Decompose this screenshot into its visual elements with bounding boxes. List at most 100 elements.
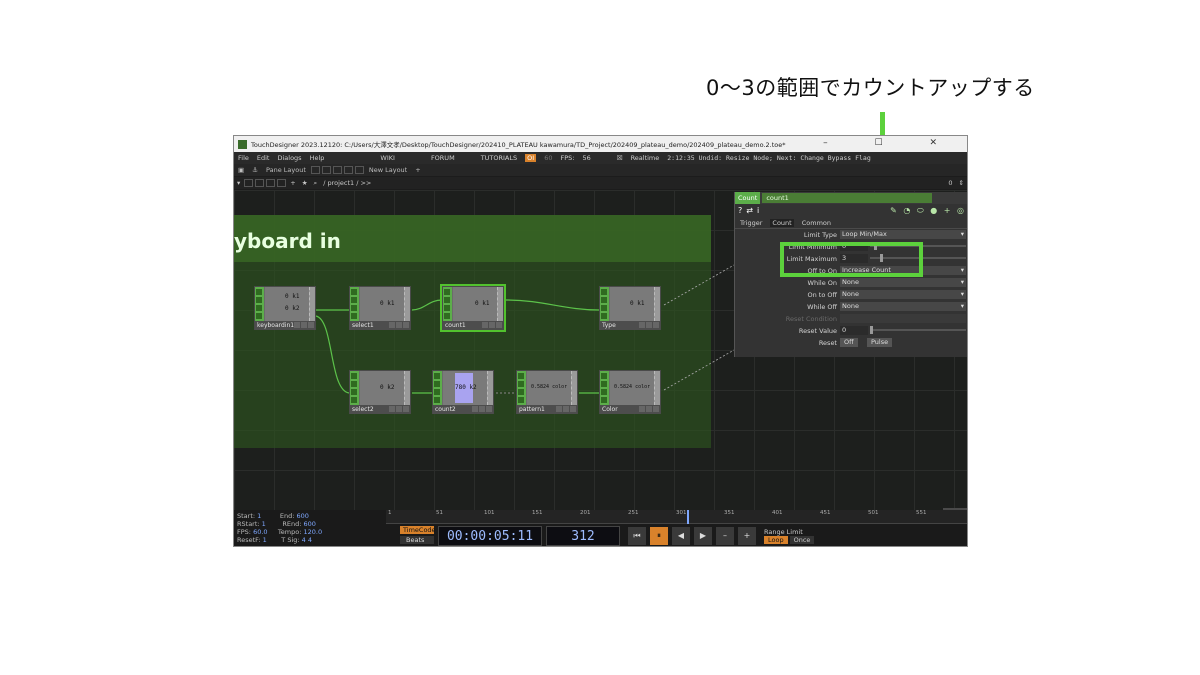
decrease-icon[interactable]: –: [716, 527, 734, 545]
wiki-button[interactable]: WIKI: [380, 154, 395, 162]
loop-button[interactable]: Loop: [764, 536, 788, 544]
frame-display[interactable]: 312: [546, 526, 620, 546]
node-output-connector[interactable]: [497, 287, 503, 321]
timecode-mode-button[interactable]: TimeCode: [400, 526, 436, 534]
tab-trigger[interactable]: Trigger: [738, 219, 764, 227]
menu-edit[interactable]: Edit: [257, 154, 270, 162]
node-output-connector[interactable]: [571, 371, 577, 405]
op-name-field[interactable]: count1: [762, 193, 933, 203]
reset-pulse-button[interactable]: Pulse: [867, 338, 893, 347]
node-name[interactable]: count1: [443, 321, 503, 330]
node-flags[interactable]: [433, 371, 442, 405]
timecode-display[interactable]: 00:00:05:11: [438, 526, 542, 546]
tutorials-button[interactable]: TUTORIALS: [481, 154, 517, 162]
layout-preset-1[interactable]: [310, 166, 320, 174]
help-icon[interactable]: ?: [738, 206, 742, 215]
pause-icon[interactable]: ⏸: [650, 527, 668, 545]
node-flags[interactable]: [517, 371, 526, 405]
timeline-playhead[interactable]: [686, 510, 689, 524]
tempo-value[interactable]: 120.0: [303, 528, 322, 536]
beats-mode-button[interactable]: Beats: [400, 536, 434, 544]
new-layout-button[interactable]: New Layout: [369, 166, 407, 174]
node-type[interactable]: 0 k1 Type: [599, 286, 661, 330]
reset-condition-dropdown[interactable]: [840, 314, 966, 323]
pane-btn-1[interactable]: [244, 179, 254, 187]
play-icon[interactable]: ▶: [694, 527, 712, 545]
node-name[interactable]: Color: [600, 405, 660, 414]
layout-preset-2[interactable]: [321, 166, 331, 174]
node-name[interactable]: Type: [600, 321, 660, 330]
pane-type-dropdown-icon[interactable]: ▾: [237, 179, 240, 187]
star-icon[interactable]: ★: [302, 179, 308, 187]
node-name[interactable]: count2: [433, 405, 493, 414]
node-count1[interactable]: 0 k1 count1: [440, 284, 506, 332]
end-value[interactable]: 600: [297, 512, 309, 520]
forum-button[interactable]: FORUM: [431, 154, 455, 162]
add-layout-icon[interactable]: +: [415, 166, 420, 174]
layout-preset-5[interactable]: [354, 166, 364, 174]
search-icon[interactable]: ⌕: [314, 179, 318, 188]
python-icon[interactable]: ⇄: [746, 206, 753, 215]
network-path[interactable]: / project1 / >>: [323, 179, 371, 187]
layout-preset-4[interactable]: [343, 166, 353, 174]
node-flags[interactable]: [600, 287, 609, 321]
menu-dialogs[interactable]: Dialogs: [277, 154, 301, 162]
rend-value[interactable]: 600: [303, 520, 315, 528]
pane-btn-3[interactable]: [266, 179, 276, 187]
image-icon[interactable]: ▣: [238, 166, 244, 174]
menu-help[interactable]: Help: [310, 154, 325, 162]
node-name[interactable]: select1: [350, 321, 410, 330]
node-name[interactable]: select2: [350, 405, 410, 414]
node-output-connector[interactable]: [404, 371, 410, 405]
menu-file[interactable]: File: [238, 154, 249, 162]
node-output-connector[interactable]: [654, 287, 660, 321]
node-pattern1[interactable]: 0.5824 color pattern1: [516, 370, 578, 414]
node-select1[interactable]: 0 k1 select1: [349, 286, 411, 330]
fps-setting[interactable]: 60.0: [253, 528, 267, 536]
reset-toggle[interactable]: Off: [840, 338, 858, 347]
start-value[interactable]: 1: [257, 512, 261, 520]
pane-btn-2[interactable]: [255, 179, 265, 187]
while-on-dropdown[interactable]: None ▾: [840, 278, 966, 287]
node-flags[interactable]: [443, 287, 452, 321]
tab-common[interactable]: Common: [800, 219, 833, 227]
pane-split-icon[interactable]: ⇕: [959, 179, 964, 187]
pane-btn-4[interactable]: [277, 179, 287, 187]
node-output-connector[interactable]: [404, 287, 410, 321]
tab-count[interactable]: Count: [770, 218, 794, 227]
pin-icon[interactable]: ⚓: [252, 166, 258, 174]
node-output-connector[interactable]: [487, 371, 493, 405]
once-button[interactable]: Once: [789, 536, 815, 544]
info-icon[interactable]: i: [757, 206, 759, 215]
resetf-value[interactable]: 1: [263, 536, 267, 544]
node-flags[interactable]: [600, 371, 609, 405]
window-controls[interactable]: – ☐ ✕: [823, 138, 959, 148]
tsig-value[interactable]: 4 4: [302, 536, 312, 544]
step-back-icon[interactable]: ◀: [672, 527, 690, 545]
node-keyboardin1[interactable]: 0 k1 0 k2 keyboardin1: [254, 286, 316, 330]
node-name[interactable]: keyboardin1: [255, 321, 315, 330]
increase-icon[interactable]: +: [738, 527, 756, 545]
limit-type-dropdown[interactable]: Loop Min/Max ▾: [840, 230, 966, 239]
node-output-connector[interactable]: [654, 371, 660, 405]
reset-value-slider[interactable]: [870, 326, 966, 334]
rewind-icon[interactable]: ⏮: [628, 527, 646, 545]
node-output-connector[interactable]: [309, 287, 315, 321]
node-color[interactable]: 0.5824 color Color: [599, 370, 661, 414]
node-flags[interactable]: [350, 287, 359, 321]
node-select2[interactable]: 0 k2 select2: [349, 370, 411, 414]
add-icon[interactable]: +: [290, 179, 295, 187]
layout-preset-3[interactable]: [332, 166, 342, 174]
while-off-dropdown[interactable]: None ▾: [840, 302, 966, 311]
node-name[interactable]: pattern1: [517, 405, 577, 414]
node-flags[interactable]: [350, 371, 359, 405]
pane-layout-button[interactable]: Pane Layout: [266, 166, 306, 174]
node-flags[interactable]: [255, 287, 264, 321]
param-tools-icons[interactable]: ✎ ◔ ⬭ ● + ◎: [890, 206, 966, 216]
node-count2[interactable]: 780 k2 count2: [432, 370, 494, 414]
rstart-value[interactable]: 1: [262, 520, 266, 528]
reset-value-field[interactable]: 0: [840, 326, 868, 335]
realtime-checkbox-icon[interactable]: ☒: [617, 154, 623, 162]
oi-badge[interactable]: OI: [525, 154, 537, 162]
timeline-ruler[interactable]: 1 51 101 151 201 251 301 351 401 451 501 551: [386, 510, 967, 524]
